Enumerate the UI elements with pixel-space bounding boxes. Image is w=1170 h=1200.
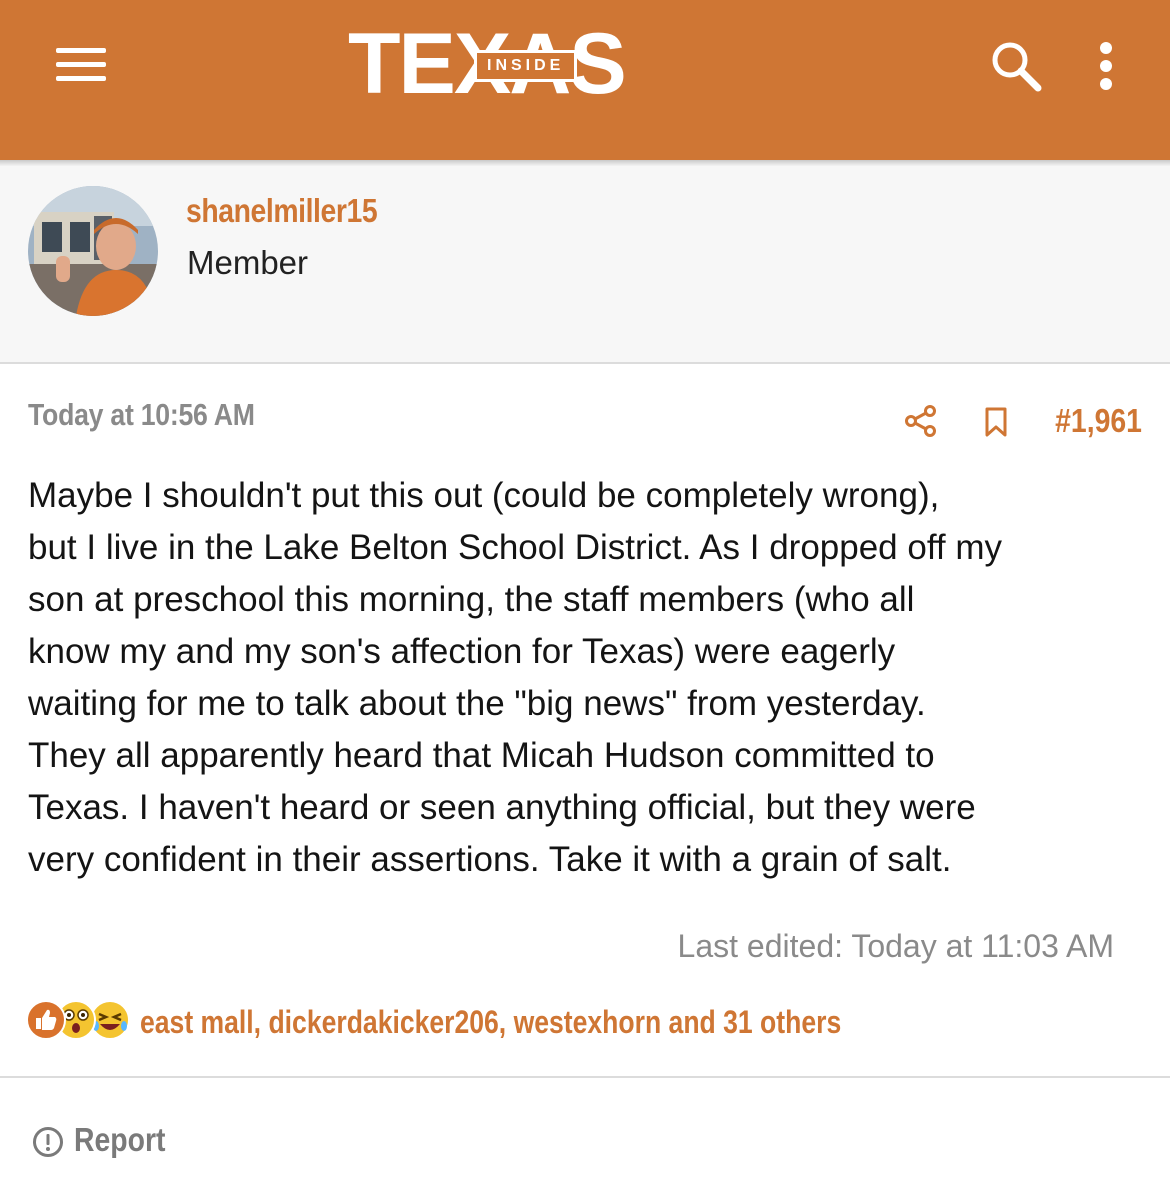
post-line: They all apparently heard that Micah Hud… xyxy=(28,736,935,775)
search-icon[interactable] xyxy=(988,38,1044,94)
post-body: Maybe I shouldn't put this out (could be… xyxy=(28,470,1158,886)
post-line: waiting for me to talk about the "big ne… xyxy=(28,684,926,723)
divider xyxy=(0,1076,1170,1078)
report-label: Report xyxy=(74,1121,166,1158)
user-panel: shanelmiller15 Member xyxy=(0,166,1170,364)
post-line: Texas. I haven't heard or seen anything … xyxy=(28,788,976,827)
post-date[interactable]: Today at 10:56 AM xyxy=(28,397,255,433)
logo-badge: INSIDE xyxy=(474,50,578,82)
hamburger-menu-icon[interactable] xyxy=(52,44,110,84)
top-bar: TEXAS INSIDE xyxy=(0,0,1170,160)
site-logo[interactable]: TEXAS INSIDE xyxy=(348,21,728,107)
post-line: know my and my son's affection for Texas… xyxy=(28,632,896,671)
post-line: Maybe I shouldn't put this out (could be… xyxy=(28,476,940,515)
bookmark-icon[interactable] xyxy=(984,406,1008,438)
avatar[interactable] xyxy=(28,186,158,316)
more-vertical-icon[interactable] xyxy=(1092,40,1120,92)
share-icon[interactable] xyxy=(904,404,938,438)
post-line: but I live in the Lake Belton School Dis… xyxy=(28,528,1003,567)
post-line: very confident in their assertions. Take… xyxy=(28,840,952,879)
reaction-names-link[interactable]: east mall, dickerdakicker206, westexhorn… xyxy=(140,1004,841,1041)
user-title: Member xyxy=(187,244,309,281)
like-icon xyxy=(26,1000,66,1040)
alert-circle-icon xyxy=(32,1126,64,1158)
last-edited: Last edited: Today at 11:03 AM xyxy=(677,928,1114,964)
post-number-link[interactable]: #1,961 xyxy=(1055,402,1142,440)
username-link[interactable]: shanelmiller15 xyxy=(186,192,378,230)
laugh-icon xyxy=(90,1000,130,1040)
post-line: son at preschool this morning, the staff… xyxy=(28,580,915,619)
